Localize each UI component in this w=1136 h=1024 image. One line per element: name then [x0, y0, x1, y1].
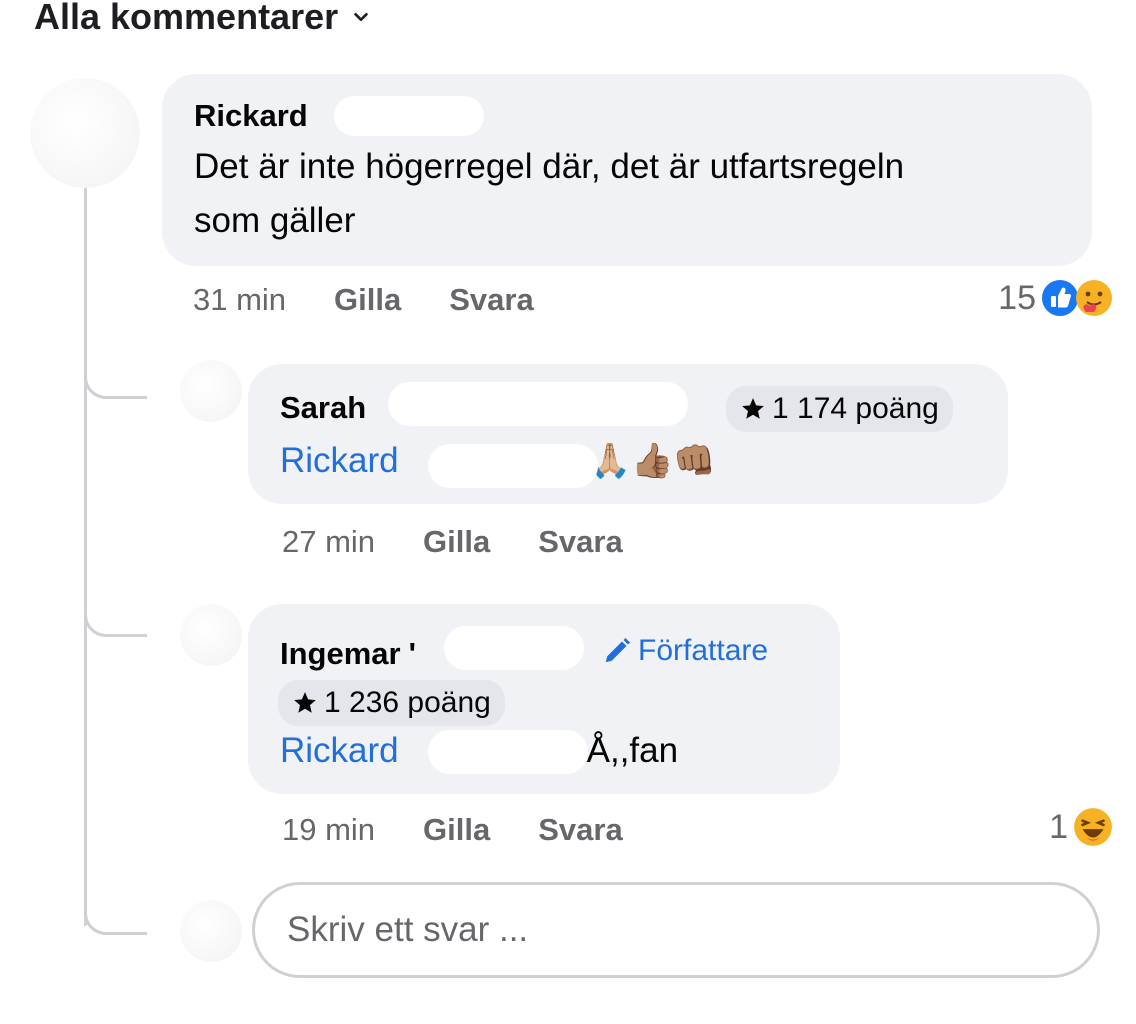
comment-emojis: 🙏🏼👍🏽👊🏽: [588, 442, 716, 480]
thread-branch: [84, 902, 147, 935]
comment-author-name[interactable]: Rickard: [194, 98, 308, 134]
mention-link[interactable]: Rickard: [280, 434, 399, 488]
comment-author-name[interactable]: Ingemar: [280, 636, 401, 672]
points-badge: 1 236 poäng: [278, 680, 505, 726]
points-badge: 1 174 poäng: [726, 386, 953, 432]
haha-icon: [1074, 808, 1112, 846]
reply-button[interactable]: Svara: [538, 812, 622, 848]
comment-meta: 27 min Gilla Svara: [282, 524, 623, 560]
comment-meta: 19 min Gilla Svara: [282, 812, 623, 848]
comment-timestamp[interactable]: 31 min: [193, 282, 286, 318]
points-label: 1 174 poäng: [772, 392, 939, 425]
redacted-surname: [428, 444, 598, 488]
redacted-surname: [334, 96, 484, 136]
thread-branch: [84, 366, 147, 399]
redacted-surname: [428, 730, 588, 774]
reaction-count: 15: [998, 278, 1036, 317]
reaction-summary[interactable]: 15: [998, 278, 1114, 318]
reply-input[interactable]: [252, 882, 1100, 978]
reply-button[interactable]: Svara: [538, 524, 622, 560]
care-icon: [1076, 280, 1112, 316]
comment-timestamp[interactable]: 19 min: [282, 812, 375, 848]
comment-bubble: Rickard Det är inte högerregel där, det …: [162, 74, 1092, 266]
comment-text: Å,,fan: [586, 731, 679, 770]
avatar[interactable]: [180, 604, 242, 666]
comment-bubble: Sarah 1 174 poäng Rickard 🙏🏼👍🏽👊🏽: [248, 364, 1008, 504]
like-button[interactable]: Gilla: [423, 524, 490, 560]
author-label: Författare: [638, 634, 769, 667]
reply-button[interactable]: Svara: [449, 282, 533, 318]
reaction-summary[interactable]: 1: [1049, 806, 1114, 848]
mention-link[interactable]: Rickard: [280, 724, 399, 778]
comment-timestamp[interactable]: 27 min: [282, 524, 375, 560]
thread-branch: [84, 604, 147, 637]
comment-bubble: Ingemar ' Författare 1 236 poäng Rickard…: [248, 604, 840, 794]
like-button[interactable]: Gilla: [334, 282, 401, 318]
avatar: [180, 900, 242, 962]
chevron-down-icon: [354, 12, 368, 22]
comment-filter-dropdown[interactable]: Alla kommentarer: [34, 0, 370, 38]
comment-author-name-suffix: ': [408, 636, 416, 671]
comment-meta: 31 min Gilla Svara: [193, 282, 534, 318]
thread-line: [84, 178, 87, 926]
comment-filter-label: Alla kommentarer: [34, 0, 339, 37]
star-icon: [742, 398, 764, 419]
like-button[interactable]: Gilla: [423, 812, 490, 848]
pencil-icon: [605, 638, 630, 663]
avatar[interactable]: [30, 78, 140, 188]
comment-text: som gäller: [194, 201, 356, 240]
redacted-surname: [388, 382, 688, 426]
comment-author-name[interactable]: Sarah: [280, 390, 366, 426]
reaction-count: 1: [1049, 807, 1068, 846]
redacted-surname: [444, 626, 584, 670]
avatar[interactable]: [180, 360, 242, 422]
points-label: 1 236 poäng: [324, 686, 491, 719]
comment-text: Det är inte högerregel där, det är utfar…: [194, 147, 905, 186]
author-badge: Författare: [602, 634, 768, 668]
star-icon: [294, 692, 316, 713]
